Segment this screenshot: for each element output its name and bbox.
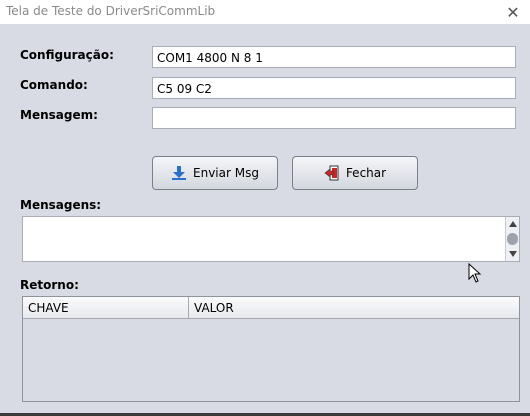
configuracao-label: Configuração: [20,48,114,62]
configuracao-field[interactable]: COM1 4800 N 8 1 [152,46,516,68]
mensagens-label: Mensagens: [20,198,102,212]
mensagens-scrollbar[interactable] [505,217,519,261]
retorno-label: Retorno: [20,278,79,292]
comando-label: Comando: [20,78,88,92]
mensagens-content [23,217,519,223]
title-bar: Tela de Teste do DriverSriCommLib ✕ [0,0,530,24]
close-icon: ✕ [506,2,520,22]
scroll-up-arrow-icon[interactable] [509,221,517,227]
enviar-msg-label: Enviar Msg [193,166,259,180]
table-header: CHAVE VALOR [23,297,519,319]
column-header-valor[interactable]: VALOR [188,297,519,318]
exit-door-icon [324,165,340,181]
window-content: Configuração: COM1 4800 N 8 1 Comando: C… [0,24,530,416]
column-header-chave[interactable]: CHAVE [23,297,188,318]
enviar-msg-button[interactable]: Enviar Msg [152,156,278,190]
mensagens-textarea[interactable] [22,216,520,262]
comando-field[interactable]: C5 09 C2 [152,77,516,99]
fechar-label: Fechar [345,166,387,180]
fechar-button[interactable]: Fechar [292,156,418,190]
mensagem-label: Mensagem: [20,108,98,122]
scroll-down-arrow-icon[interactable] [509,251,517,257]
scroll-thumb[interactable] [507,233,518,245]
retorno-table[interactable]: CHAVE VALOR [22,296,520,402]
mensagem-field[interactable] [152,107,516,129]
mouse-cursor-icon [468,263,482,283]
download-arrow-icon [171,165,187,181]
window-title: Tela de Teste do DriverSriCommLib [6,4,216,18]
close-button[interactable]: ✕ [496,0,530,24]
